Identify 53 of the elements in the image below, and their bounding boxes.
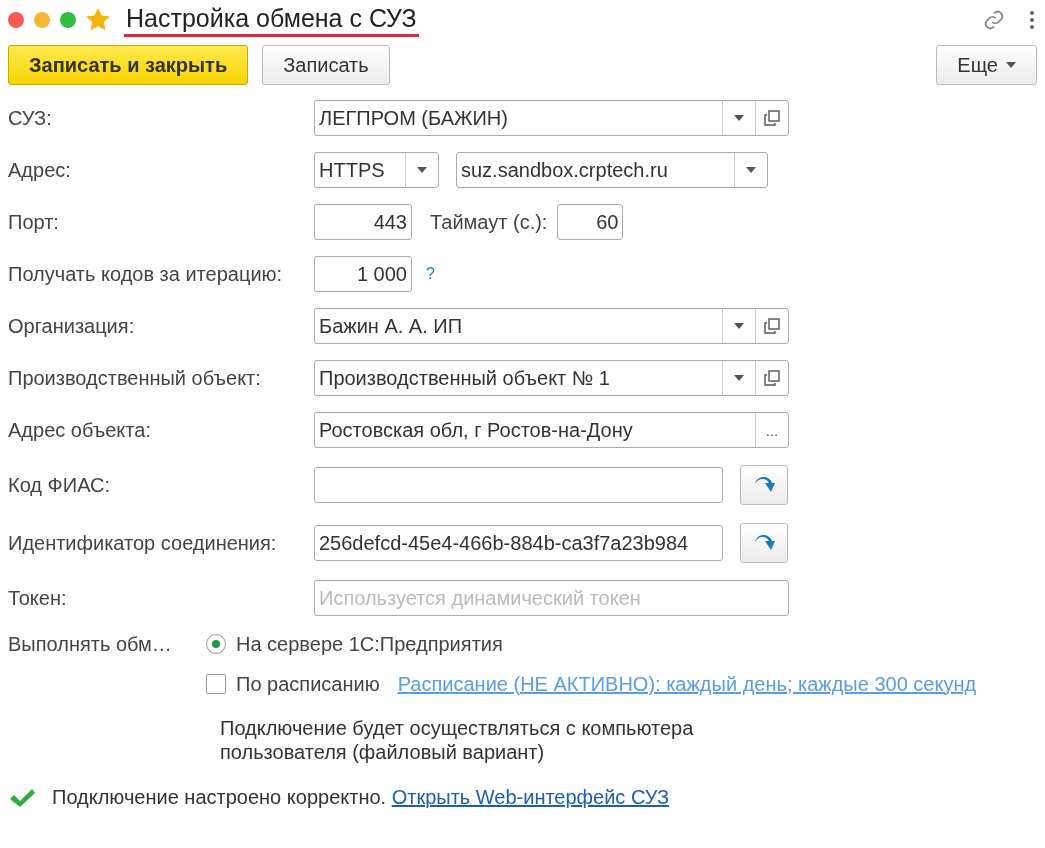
input-field[interactable]: 1 000 <box>314 256 412 292</box>
caret-icon <box>746 167 756 173</box>
field-label: СУЗ: <box>8 106 53 130</box>
window-title: Настройка обмена с СУЗ <box>124 3 419 37</box>
checkbox-label[interactable]: По расписанию <box>236 672 380 696</box>
field-label: Организация: <box>8 314 136 338</box>
more-button[interactable]: Еще <box>936 45 1037 85</box>
field-label: Порт: <box>8 210 60 234</box>
open-icon <box>764 318 780 334</box>
caret-icon <box>734 323 744 329</box>
link-icon[interactable] <box>983 9 1005 31</box>
help-link[interactable]: ? <box>426 265 435 283</box>
field-label: Идентификатор соединения: <box>8 531 278 555</box>
note-text: Подключение будет осуществляться с компьютера пользователя (файловый вариант) <box>220 716 695 764</box>
fill-button[interactable] <box>740 465 788 505</box>
open-icon <box>764 370 780 386</box>
web-interface-link[interactable]: Открыть Web-интерфейс СУЗ <box>391 786 670 808</box>
select-field[interactable]: Производственный объект № 1 <box>314 360 789 396</box>
input-field[interactable]: 443 <box>314 204 412 240</box>
input-field[interactable]: 60 <box>557 204 624 240</box>
checkbox[interactable] <box>206 674 226 694</box>
field-label: Таймаут (с.): <box>430 210 548 234</box>
field-label: Получать кодов за итерацию: <box>8 262 284 286</box>
field-label: Выполнять обм… <box>8 632 173 656</box>
fill-button[interactable] <box>740 523 788 563</box>
select-field[interactable]: HTTPS <box>314 152 439 188</box>
curved-arrow-icon <box>753 476 775 494</box>
select-field[interactable]: suz.sandbox.crptech.ru <box>456 152 768 188</box>
save-close-button[interactable]: Записать и закрыть <box>8 45 249 85</box>
select-field[interactable]: ЛЕГПРОМ (БАЖИН) <box>314 100 789 136</box>
maximize-icon[interactable] <box>60 12 76 28</box>
caret-icon <box>417 167 427 173</box>
open-icon <box>764 110 780 126</box>
caret-icon <box>734 375 744 381</box>
radio-label[interactable]: На сервере 1С:Предприятия <box>236 632 503 656</box>
field-label: Адрес объекта: <box>8 418 152 442</box>
field-label: Токен: <box>8 586 68 610</box>
more-icon[interactable] <box>1029 10 1035 30</box>
save-button[interactable]: Записать <box>262 45 390 85</box>
field-label: Производственный объект: <box>8 366 262 390</box>
choice-field[interactable]: Ростовская обл, г Ростов-на-Дону ... <box>314 412 789 448</box>
status-text: Подключение настроено корректно. Открыть Web-интерфейс СУЗ <box>52 786 670 809</box>
star-icon[interactable] <box>86 8 110 32</box>
caret-icon <box>1006 62 1016 68</box>
caret-icon <box>734 115 744 121</box>
field-label: Код ФИАС: <box>8 473 112 497</box>
close-icon[interactable] <box>8 12 24 28</box>
input-field[interactable] <box>314 467 723 503</box>
curved-arrow-icon <box>753 534 775 552</box>
input-field[interactable]: 256defcd-45e4-466b-884b-ca3f7a23b984 <box>314 525 723 561</box>
select-field[interactable]: Бажин А. А. ИП <box>314 308 789 344</box>
minimize-icon[interactable] <box>34 12 50 28</box>
field-label: Адрес: <box>8 158 72 182</box>
